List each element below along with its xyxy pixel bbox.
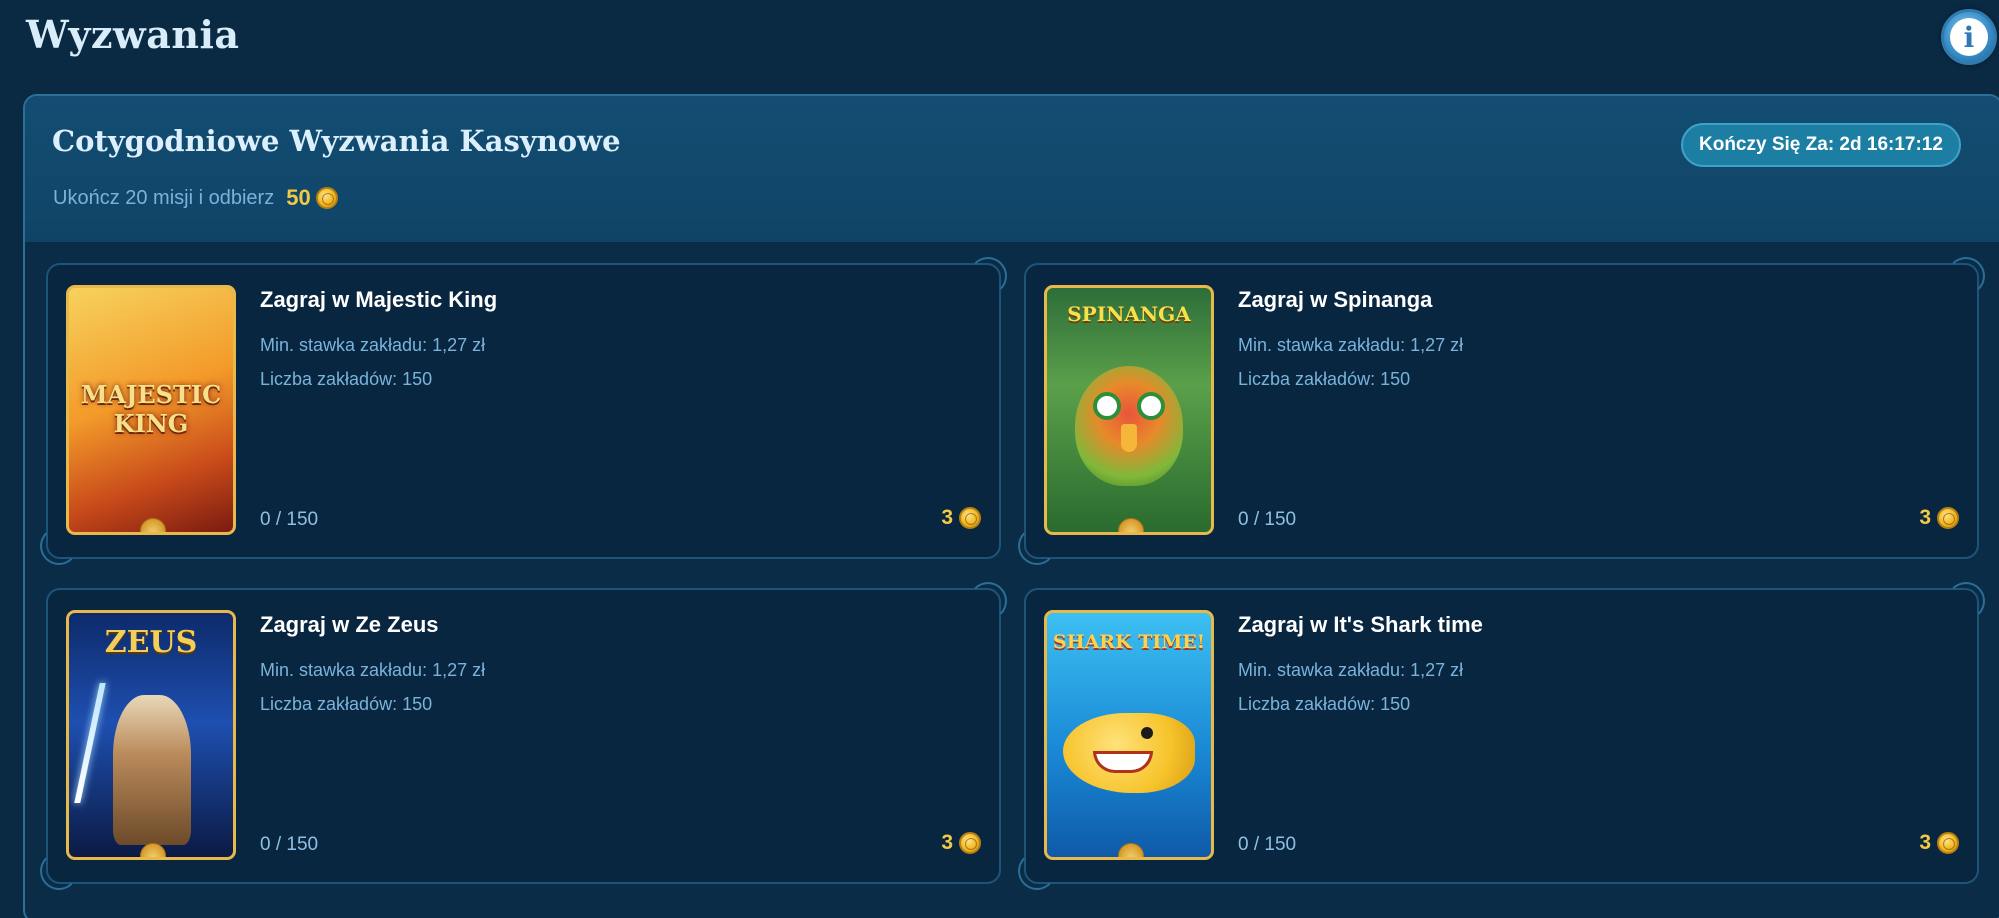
challenge-title: Zagraj w Majestic King — [260, 287, 498, 312]
progress-text: 0 / 150 — [260, 509, 319, 530]
coin-icon — [959, 507, 981, 529]
min-bet-text: Min. stawka zakładu: 1,27 zł — [260, 335, 486, 355]
challenge-title: Zagraj w Spinanga — [1238, 287, 1433, 312]
game-thumbnail[interactable]: SHARK TIME! — [1044, 610, 1214, 860]
shell-icon — [140, 843, 166, 857]
info-button[interactable]: i — [1941, 9, 1997, 65]
progress-text: 0 / 150 — [260, 834, 319, 855]
zeus-figure-icon — [113, 695, 191, 845]
reward-amount: 50 — [286, 185, 311, 210]
game-thumbnail[interactable]: MAJESTIC KING — [66, 285, 236, 535]
info-icon: i — [1950, 18, 1988, 56]
weekly-challenges-panel: Cotygodniowe Wyzwania Kasynowe Kończy Si… — [23, 94, 1999, 918]
panel-subtitle: Ukończ 20 misji i odbierz 50 — [53, 185, 338, 211]
coin-icon — [315, 187, 338, 209]
thumbnail-label: SPINANGA — [1067, 302, 1191, 326]
thumbnail-label: ZEUS — [104, 625, 198, 660]
bet-count-text: Liczba zakładów: 150 — [1238, 369, 1411, 389]
owl-face-icon — [1075, 366, 1183, 486]
bet-count-text: Liczba zakładów: 150 — [260, 694, 433, 714]
lightning-icon — [74, 683, 106, 803]
coin-icon — [959, 832, 981, 854]
card-reward: 3 — [941, 831, 981, 855]
shell-icon — [1118, 518, 1144, 532]
card-reward: 3 — [1919, 506, 1959, 530]
challenge-card[interactable]: ZEUS Zagraj w Ze Zeus Min. stawka zakład… — [40, 582, 1007, 890]
subtitle-text: Ukończ 20 misji i odbierz — [53, 186, 275, 209]
challenges-page: Wyzwania i Cotygodniowe Wyzwania Kasynow… — [0, 0, 1999, 918]
card-reward: 3 — [1919, 831, 1959, 855]
page-title: Wyzwania — [26, 12, 240, 57]
challenge-card[interactable]: SPINANGA Zagraj w Spinanga Min. stawka z… — [1018, 257, 1985, 565]
min-bet-text: Min. stawka zakładu: 1,27 zł — [260, 660, 486, 680]
thumbnail-label: SHARK TIME! — [1052, 631, 1206, 653]
card-reward: 3 — [941, 506, 981, 530]
min-bet-text: Min. stawka zakładu: 1,27 zł — [1238, 335, 1464, 355]
min-bet-text: Min. stawka zakładu: 1,27 zł — [1238, 660, 1464, 680]
panel-header: Cotygodniowe Wyzwania Kasynowe Kończy Si… — [25, 96, 1999, 242]
game-thumbnail[interactable]: ZEUS — [66, 610, 236, 860]
reward-value: 3 — [1919, 506, 1931, 529]
coin-icon — [1937, 832, 1959, 854]
game-thumbnail[interactable]: SPINANGA — [1044, 285, 1214, 535]
shell-icon — [1118, 843, 1144, 857]
progress-text: 0 / 150 — [1238, 509, 1297, 530]
reward-value: 3 — [1919, 831, 1931, 854]
reward-value: 3 — [941, 506, 953, 529]
challenge-title: Zagraj w It's Shark time — [1238, 612, 1483, 637]
challenge-card[interactable]: MAJESTIC KING Zagraj w Majestic King Min… — [40, 257, 1007, 565]
bet-count-text: Liczba zakładów: 150 — [260, 369, 433, 389]
panel-title: Cotygodniowe Wyzwania Kasynowe — [52, 124, 621, 158]
challenge-title: Zagraj w Ze Zeus — [260, 612, 439, 637]
thumbnail-label: MAJESTIC KING — [80, 380, 222, 438]
progress-text: 0 / 150 — [1238, 834, 1297, 855]
timer-badge: Kończy Się Za: 2d 16:17:12 — [1681, 123, 1961, 167]
bet-count-text: Liczba zakładów: 150 — [1238, 694, 1411, 714]
shell-icon — [140, 518, 166, 532]
reward-value: 3 — [941, 831, 953, 854]
challenge-card[interactable]: SHARK TIME! Zagraj w It's Shark time Min… — [1018, 582, 1985, 890]
shark-icon — [1063, 713, 1195, 793]
coin-icon — [1937, 507, 1959, 529]
